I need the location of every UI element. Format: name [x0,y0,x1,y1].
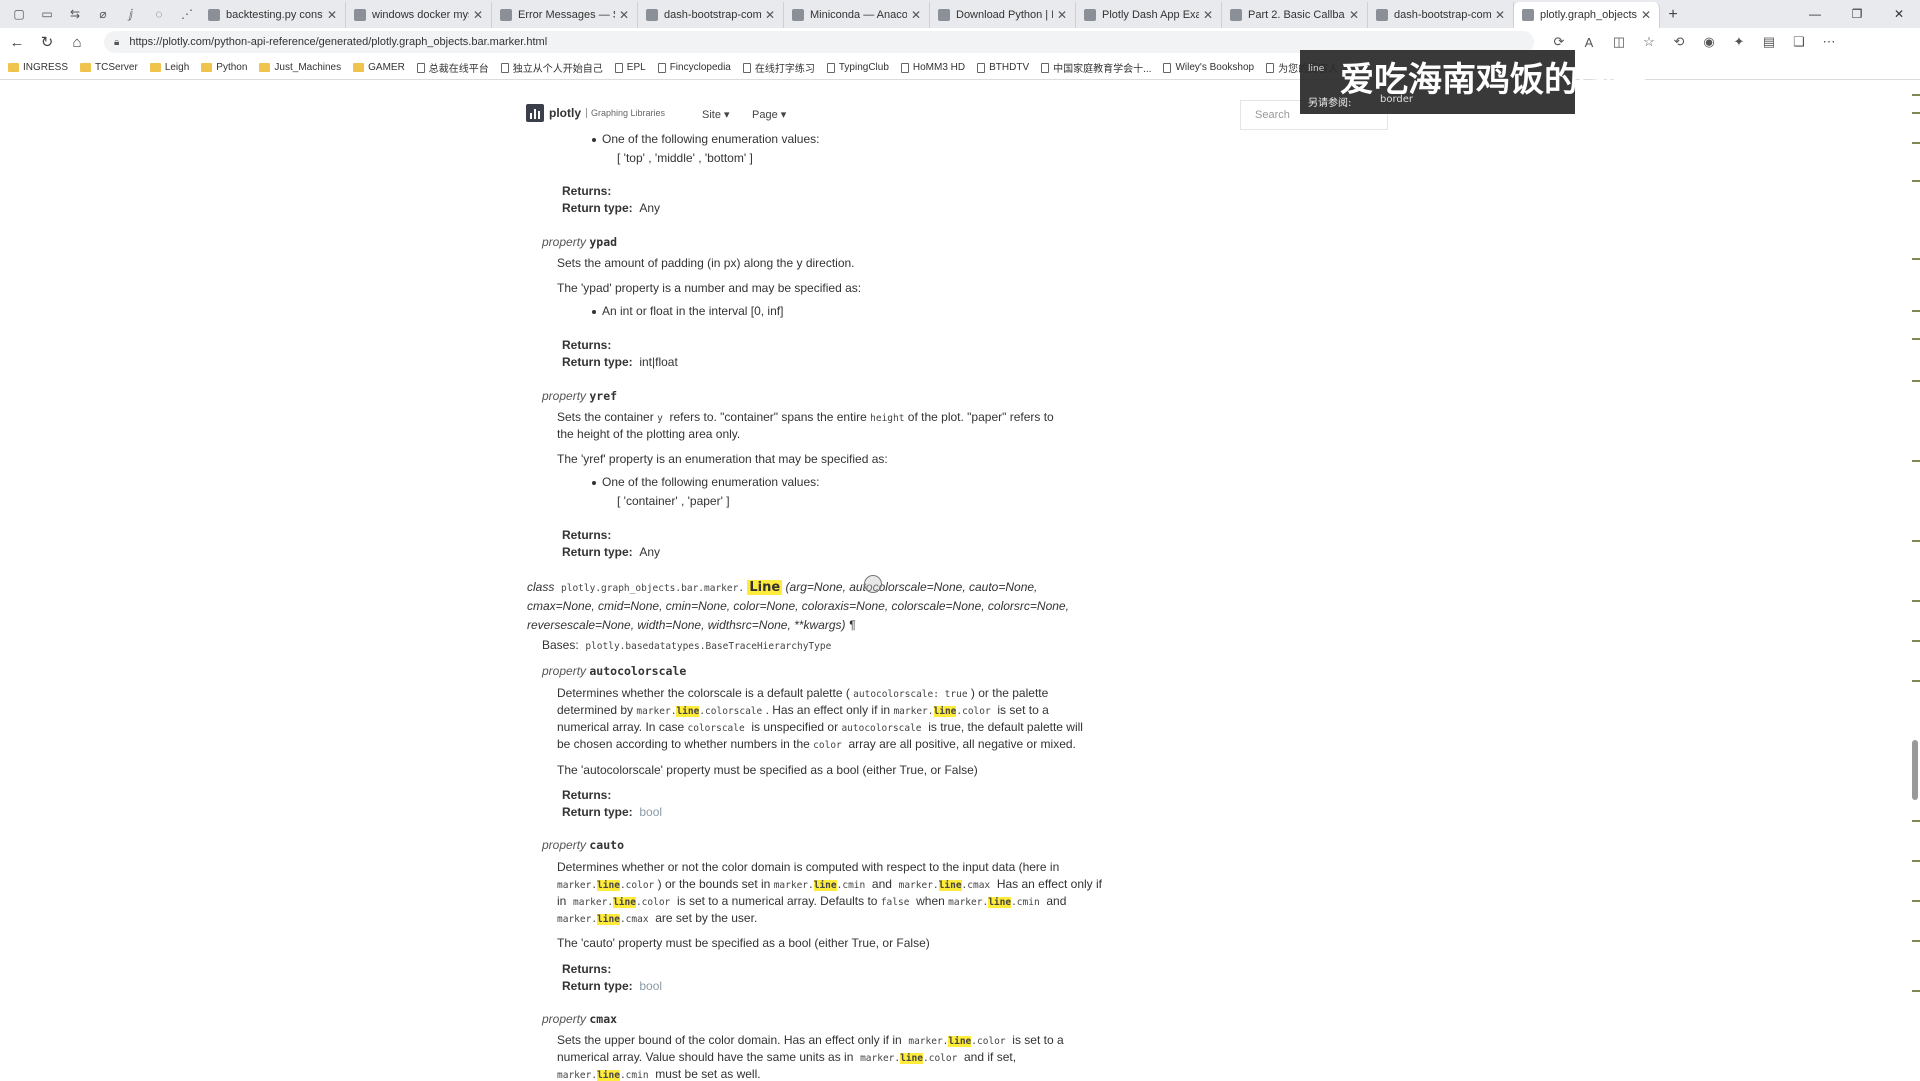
video-watermark-overlay: line 爱吃海南鸡饭的毫哥 另请参阅: border [1300,50,1646,114]
scroll-marker [1912,380,1920,382]
page-scrollbar[interactable] [1910,80,1920,1080]
scroll-marker [1912,640,1920,642]
scroll-marker [1912,900,1920,902]
bullet [592,310,596,314]
class-name-line: Line [747,580,783,595]
property-yref-heading: property yref [542,389,618,403]
scroll-marker [1912,94,1920,96]
scroll-marker [1912,940,1920,942]
property-autocolorscale-heading: property autocolorscale [542,664,687,678]
scroll-marker [1912,310,1920,312]
scroll-marker [1912,112,1920,114]
scroll-marker [1912,338,1920,340]
scroll-marker [1912,460,1920,462]
bullet [592,138,596,142]
bullet [592,481,596,485]
property-cmax-heading: property cmax [542,1012,618,1026]
scroll-marker [1912,180,1920,182]
property-cauto-heading: property cauto [542,838,624,852]
api-documentation: One of the following enumeration values:… [527,132,1102,1081]
property-ypad-heading: property ypad [542,235,618,249]
scroll-marker [1912,990,1920,992]
scroll-marker [1912,142,1920,144]
scroll-marker [1912,600,1920,602]
scrollbar-thumb[interactable] [1912,740,1918,800]
scroll-marker [1912,258,1920,260]
scroll-marker [1912,860,1920,862]
scroll-marker [1912,820,1920,822]
class-signature: class plotly.graph_objects.bar.marker. L… [527,580,1038,595]
scroll-marker [1912,680,1920,682]
scroll-marker [1912,540,1920,542]
mouse-cursor-icon [864,575,882,593]
